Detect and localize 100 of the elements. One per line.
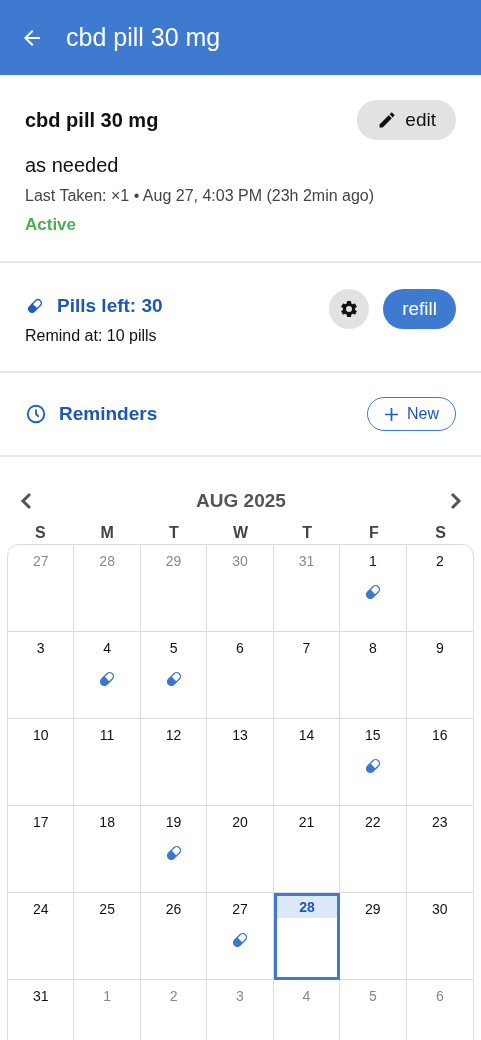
day-cell[interactable]: 29 [140,545,208,632]
day-number: 3 [236,988,244,1004]
day-number: 2 [435,553,444,569]
day-cell[interactable]: 14 [273,719,341,806]
day-cell[interactable]: 13 [207,719,274,806]
day-cell[interactable]: 15 [340,719,407,806]
day-cell[interactable]: 29 [340,893,407,980]
day-cell[interactable]: 8 [340,632,407,719]
day-cell[interactable]: 6 [207,632,274,719]
day-number: 31 [298,553,315,569]
day-cell[interactable]: 5 [140,632,208,719]
day-cell[interactable]: 2 [140,980,208,1040]
day-number: 7 [302,640,311,656]
day-cell[interactable]: 10 [8,719,75,806]
day-number: 23 [432,814,448,830]
day-number: 20 [232,814,248,830]
clock-icon [25,403,47,425]
day-cell[interactable]: 3 [8,632,75,719]
day-number: 22 [365,814,381,830]
weekday-label: M [99,524,115,542]
day-cell[interactable]: 25 [74,893,141,980]
day-cell[interactable]: 26 [140,893,208,980]
weekday-label: W [231,524,250,542]
day-number: 18 [99,814,115,830]
day-cell[interactable]: 20 [207,806,274,893]
day-cell[interactable]: 24 [8,893,75,980]
day-number: 5 [169,640,178,656]
day-number: 8 [368,640,377,656]
day-number: 30 [432,901,448,917]
day-number: 6 [236,640,244,656]
day-cell[interactable]: 22 [340,806,407,893]
day-cell[interactable]: 2 [406,545,473,632]
day-cell[interactable]: 21 [273,806,341,893]
screen-title: cbd pill 30 mg [66,23,221,52]
day-cell[interactable]: 28 [74,545,141,632]
day-cell[interactable]: 1 [74,980,141,1040]
day-cell[interactable]: 16 [406,719,473,806]
weekday-label: S [34,524,47,542]
day-number: 1 [103,988,112,1004]
day-cell[interactable]: 31 [273,545,341,632]
edit-button[interactable]: edit [357,100,456,140]
day-number: 2 [169,988,178,1004]
day-cell[interactable]: 28 [273,893,341,980]
day-number: 14 [298,727,315,743]
day-cell[interactable]: 19 [140,806,208,893]
day-cell[interactable]: 4 [74,632,141,719]
day-number: 9 [435,640,444,656]
settings-button[interactable] [329,289,370,329]
day-number: 29 [165,553,182,569]
day-cell[interactable]: 27 [8,545,75,632]
day-number: 10 [32,727,49,743]
day-number: 4 [302,988,311,1004]
day-number: 28 [99,553,115,569]
day-cell[interactable]: 5 [340,980,407,1040]
day-number: 27 [232,901,248,917]
month-title: AUG 2025 [196,489,286,512]
day-number: 15 [365,727,381,743]
day-number: 12 [165,727,182,743]
day-number: 25 [99,901,115,917]
previous-month-icon[interactable] [20,491,32,510]
day-cell[interactable]: 4 [273,980,341,1040]
day-cell[interactable]: 3 [207,980,274,1040]
remind-at-text: Remind at: 10 pills [25,327,158,345]
day-cell[interactable]: 23 [406,806,473,893]
day-number: 5 [368,988,377,1004]
day-cell[interactable]: 18 [74,806,141,893]
weekday-label: T [167,524,180,542]
day-number: 28 [276,896,338,918]
next-month-icon[interactable] [450,491,462,510]
day-number: 17 [32,814,49,830]
day-cell[interactable]: 1 [340,545,407,632]
day-cell[interactable]: 31 [8,980,75,1040]
status-text: Active [25,215,78,235]
day-cell[interactable]: 27 [207,893,274,980]
reminders-title: Reminders [59,403,159,425]
day-number: 19 [165,814,182,830]
day-number: 6 [435,988,444,1004]
day-cell[interactable]: 11 [74,719,141,806]
day-cell[interactable]: 30 [406,893,473,980]
day-cell[interactable]: 30 [207,545,274,632]
pills-left-title: Pills left: 30 [57,295,163,317]
weekday-label: S [434,524,447,542]
day-number: 16 [432,727,448,743]
day-number: 21 [298,814,315,830]
refill-button[interactable]: refill [383,289,456,329]
day-cell[interactable]: 6 [406,980,473,1040]
weekday-label: F [368,524,380,542]
day-number: 31 [32,988,49,1004]
new-reminder-button[interactable]: New [367,397,456,431]
day-number: 1 [368,553,377,569]
day-cell[interactable]: 7 [273,632,341,719]
day-cell[interactable]: 12 [140,719,208,806]
day-number: 4 [103,640,112,656]
day-cell[interactable]: 9 [406,632,473,719]
settings-icon [339,299,360,319]
plus-icon [384,406,399,422]
day-number: 29 [365,901,381,917]
last-taken-text: Last Taken: ×1 • Aug 27, 4:03 PM (23h 2min ago) [25,187,376,205]
day-cell[interactable]: 17 [8,806,75,893]
day-number: 24 [32,901,49,917]
